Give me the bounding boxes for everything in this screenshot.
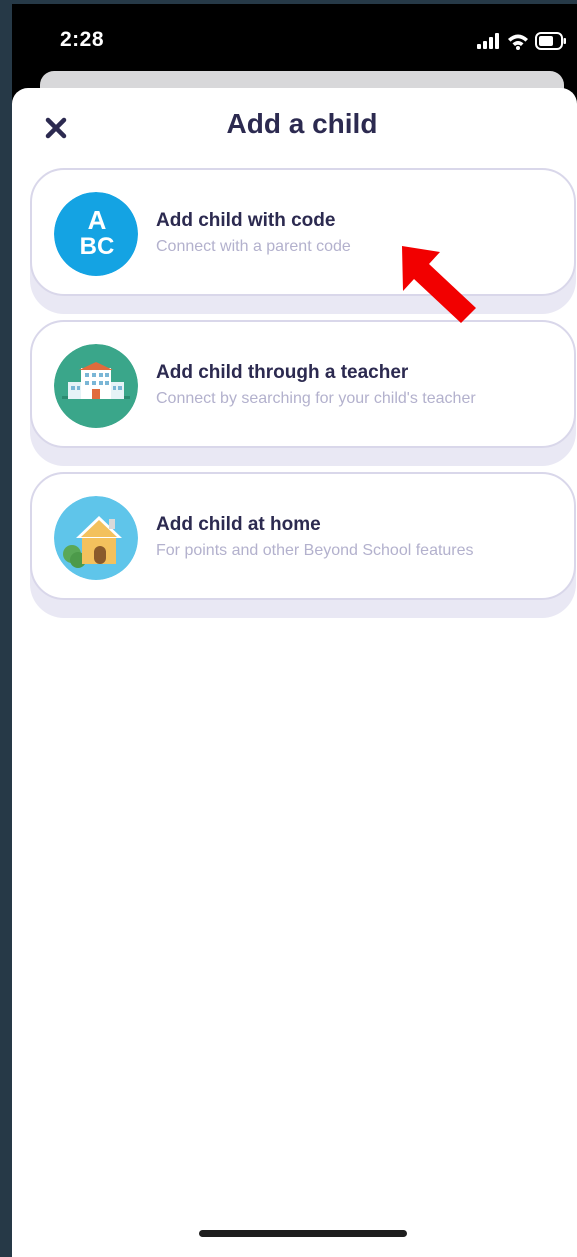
- wifi-icon: [508, 34, 528, 50]
- signal-icon: [477, 33, 499, 49]
- sheet-header: Add a child: [12, 88, 577, 166]
- status-time: 2:28: [60, 28, 105, 51]
- abc-icon-top: A: [88, 205, 107, 235]
- house-icon: [54, 496, 138, 580]
- option-label: Add child with code: [156, 210, 336, 231]
- abc-icon-bottom: BC: [80, 233, 115, 260]
- abc-icon: A BC: [54, 192, 138, 276]
- add-child-through-teacher-option[interactable]: Add child through a teacher Connect by s…: [30, 320, 576, 448]
- school-building-icon: [54, 344, 138, 428]
- home-indicator[interactable]: [199, 1230, 407, 1237]
- status-bar: 2:28: [12, 4, 577, 76]
- screen-frame: 2:28 Add a child A BC Add child with cod…: [0, 0, 577, 1257]
- add-child-with-code-option[interactable]: A BC Add child with code Connect with a …: [30, 168, 576, 296]
- page-title: Add a child: [226, 108, 378, 139]
- option-label: Add child through a teacher: [156, 362, 409, 383]
- battery-icon: [535, 32, 566, 50]
- add-child-at-home-option[interactable]: Add child at home For points and other B…: [30, 472, 576, 600]
- option-sublabel: For points and other Beyond School featu…: [156, 542, 474, 559]
- option-label: Add child at home: [156, 514, 321, 535]
- option-sublabel: Connect with a parent code: [156, 238, 351, 255]
- phone-screen: 2:28 Add a child A BC Add child with cod…: [12, 4, 577, 1257]
- option-sublabel: Connect by searching for your child's te…: [156, 390, 476, 407]
- status-icons: [477, 30, 567, 52]
- add-child-sheet: Add a child A BC Add child with code Con…: [12, 88, 577, 1257]
- red-arrow-icon: [402, 246, 476, 323]
